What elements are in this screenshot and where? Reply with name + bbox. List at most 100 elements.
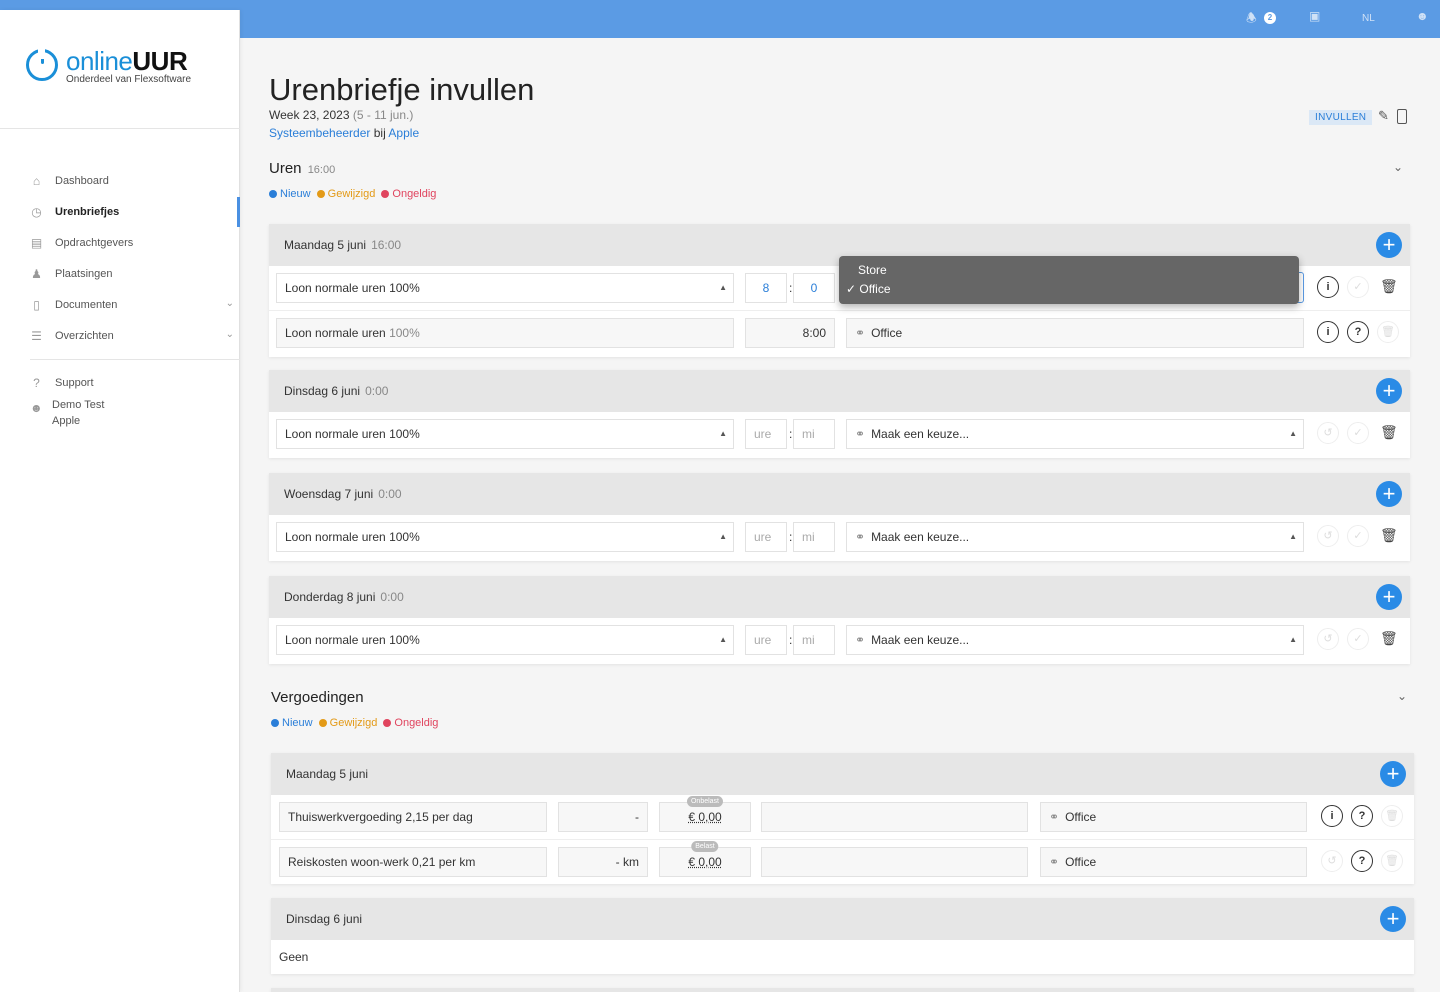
trash-icon[interactable]: 🗑 bbox=[1380, 424, 1398, 442]
week-label: Week 23, 2023 (5 - 11 jun.) bbox=[269, 108, 414, 122]
add-row-button[interactable]: + bbox=[1376, 232, 1402, 258]
add-allowance-button[interactable]: + bbox=[1380, 906, 1406, 932]
hours-input[interactable]: 8 bbox=[745, 273, 787, 303]
add-allowance-button[interactable]: + bbox=[1380, 761, 1406, 787]
minutes-input[interactable]: mi bbox=[793, 625, 835, 655]
sidebar-item-dashboard[interactable]: ⌂ Dashboard bbox=[0, 166, 240, 197]
info-icon[interactable]: i bbox=[1321, 805, 1343, 827]
tax-pill: Belast bbox=[691, 841, 719, 852]
project-select[interactable]: ⚭ Maak een keuze... ▲ bbox=[846, 419, 1304, 449]
trash-icon[interactable]: 🗑 bbox=[1380, 278, 1398, 296]
tag-icon: ⚭ bbox=[1049, 855, 1060, 869]
day-header: Maandag 5 juni + bbox=[271, 753, 1414, 795]
hours-input[interactable]: ure bbox=[745, 419, 787, 449]
sidebar-user[interactable]: ☻ Demo Test Apple bbox=[0, 399, 240, 435]
trash-icon: 🗑 bbox=[1381, 805, 1403, 827]
question-icon[interactable]: ? bbox=[1351, 850, 1373, 872]
chevron-down-icon: ⌄ bbox=[225, 329, 234, 340]
project-dropdown[interactable]: Store ✓ Office bbox=[839, 256, 1299, 304]
day-header: Dinsdag 6 juni + bbox=[271, 898, 1414, 940]
allowances-section-title: Vergoedingen bbox=[271, 689, 364, 706]
logo-subtitle: Onderdeel van Flexsoftware bbox=[66, 74, 192, 85]
clock-icon: ◷ bbox=[31, 205, 42, 219]
tax-pill: Onbelast bbox=[686, 796, 724, 807]
mobile-icon[interactable] bbox=[1397, 109, 1407, 124]
quantity-field[interactable]: - bbox=[558, 802, 648, 832]
sidebar-item-documenten[interactable]: ▯ Documenten ⌄ bbox=[0, 290, 240, 321]
trash-icon: 🗑 bbox=[1377, 321, 1399, 343]
notification-badge: 2 bbox=[1264, 12, 1276, 24]
allowance-row: Reiskosten woon-werk 0,21 per km - km Be… bbox=[271, 840, 1414, 885]
tag-icon: ⚭ bbox=[855, 326, 866, 340]
calendar-icon[interactable]: ▣ bbox=[1309, 9, 1320, 23]
dropdown-option-store[interactable]: Store bbox=[858, 263, 887, 277]
minutes-input[interactable]: mi bbox=[793, 419, 835, 449]
page-title: Urenbriefje invullen bbox=[269, 72, 535, 107]
hour-type-readonly: Loon normale uren 100% bbox=[276, 318, 734, 348]
sidebar-item-plaatsingen[interactable]: ♟ Plaatsingen bbox=[0, 259, 240, 290]
project-readonly: ⚭ Office bbox=[846, 318, 1304, 348]
company-link[interactable]: Apple bbox=[388, 126, 419, 140]
add-row-button[interactable]: + bbox=[1376, 481, 1402, 507]
add-row-button[interactable]: + bbox=[1376, 584, 1402, 610]
chevron-down-icon[interactable]: ⌄ bbox=[1393, 160, 1403, 174]
minutes-input[interactable]: mi bbox=[793, 522, 835, 552]
hour-type-select[interactable]: Loon normale uren 100% ▲ bbox=[276, 522, 734, 552]
project-select[interactable]: ⚭ Maak een keuze... ▲ bbox=[846, 625, 1304, 655]
allowance-card-monday: Maandag 5 juni + Thuiswerkvergoeding 2,1… bbox=[271, 753, 1414, 884]
add-row-button[interactable]: + bbox=[1376, 378, 1402, 404]
sidebar-item-support[interactable]: ? Support bbox=[0, 368, 240, 399]
select-arrow-icon: ▲ bbox=[719, 283, 727, 292]
check-icon: ✓ bbox=[1347, 525, 1369, 547]
minutes-input[interactable]: 0 bbox=[793, 273, 835, 303]
info-icon[interactable]: i bbox=[1317, 276, 1339, 298]
trash-icon[interactable]: 🗑 bbox=[1380, 527, 1398, 545]
duration-readonly: 8:00 bbox=[745, 318, 835, 348]
day-header: Dinsdag 6 juni 0:00 + bbox=[269, 370, 1410, 412]
allowance-row: Thuiswerkvergoeding 2,15 per dag - Onbel… bbox=[271, 795, 1414, 840]
hours-input[interactable]: ure bbox=[745, 522, 787, 552]
note-field[interactable] bbox=[761, 802, 1028, 832]
chevron-down-icon: ⌄ bbox=[225, 298, 234, 309]
sidebar-item-overzichten[interactable]: ☰ Overzichten ⌄ bbox=[0, 321, 240, 352]
hour-row: Loon normale uren 100% 8:00 ⚭ Office i ? … bbox=[269, 311, 1410, 356]
project-select[interactable]: ⚭ Maak een keuze... ▲ bbox=[846, 522, 1304, 552]
history-icon: ↺ bbox=[1317, 422, 1339, 444]
question-icon[interactable]: ? bbox=[1347, 321, 1369, 343]
sidebar-divider bbox=[0, 128, 240, 129]
hour-type-select[interactable]: Loon normale uren 100% ▲ bbox=[276, 419, 734, 449]
project-readonly: ⚭ Office bbox=[1040, 802, 1307, 832]
empty-state: Geen bbox=[279, 950, 309, 964]
edit-icon[interactable]: ✎ bbox=[1378, 108, 1389, 124]
user-icon[interactable]: ☻ bbox=[1416, 9, 1429, 23]
question-icon[interactable]: ? bbox=[1351, 805, 1373, 827]
bell-icon[interactable]: 🕭 bbox=[1246, 9, 1257, 30]
allowance-type: Thuiswerkvergoeding 2,15 per dag bbox=[279, 802, 547, 832]
hour-type-select[interactable]: Loon normale uren 100% ▲ bbox=[276, 625, 734, 655]
info-icon[interactable]: i bbox=[1317, 321, 1339, 343]
check-icon[interactable]: ✓ bbox=[1347, 276, 1369, 298]
chevron-down-icon[interactable]: ⌄ bbox=[1397, 689, 1407, 703]
day-card-tuesday: Dinsdag 6 juni 0:00 + Loon normale uren 1… bbox=[269, 370, 1410, 458]
check-icon: ✓ bbox=[1347, 422, 1369, 444]
role-link[interactable]: Systeembeheerder bbox=[269, 126, 370, 140]
help-circle-icon: ? bbox=[33, 376, 40, 390]
hours-legend: Nieuw Gewijzigd Ongeldig bbox=[269, 188, 436, 200]
sidebar-item-urenbriefjes[interactable]: ◷ Urenbriefjes bbox=[0, 197, 240, 228]
language-switch[interactable]: NL bbox=[1362, 13, 1375, 24]
note-field[interactable] bbox=[761, 847, 1028, 877]
allowance-type: Reiskosten woon-werk 0,21 per km bbox=[279, 847, 547, 877]
role-line: Systeembeheerder bij Apple bbox=[269, 126, 420, 140]
dropdown-option-office[interactable]: ✓ Office bbox=[846, 282, 891, 296]
document-icon: ▯ bbox=[33, 298, 40, 312]
hours-input[interactable]: ure bbox=[745, 625, 787, 655]
sidebar-nav: ⌂ Dashboard ◷ Urenbriefjes ▤ Opdrachtgevers… bbox=[0, 166, 240, 435]
hour-row: Loon normale uren 100% ▲ ure : mi ⚭ Maak e… bbox=[269, 412, 1410, 457]
hour-type-select[interactable]: Loon normale uren 100% ▲ bbox=[276, 273, 734, 303]
km-field[interactable]: - km bbox=[558, 847, 648, 877]
allowances-legend: Nieuw Gewijzigd Ongeldig bbox=[271, 717, 438, 729]
history-icon: ↺ bbox=[1317, 628, 1339, 650]
sidebar-item-opdrachtgevers[interactable]: ▤ Opdrachtgevers bbox=[0, 228, 240, 259]
trash-icon[interactable]: 🗑 bbox=[1380, 630, 1398, 648]
trash-icon: 🗑 bbox=[1381, 850, 1403, 872]
